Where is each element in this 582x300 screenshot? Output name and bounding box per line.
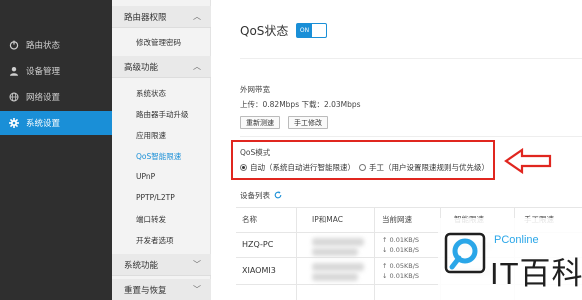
redacted-mac <box>312 273 358 281</box>
subnav-item-system-status[interactable]: 系统状态 <box>136 88 166 99</box>
arrow-left-icon <box>504 148 552 174</box>
subnav-item-manual-upgrade[interactable]: 路由器手动升级 <box>136 109 189 120</box>
refresh-icon[interactable] <box>274 191 282 201</box>
subnav-item-port-forwarding[interactable]: 端口转发 <box>136 214 166 225</box>
gear-icon <box>9 118 19 128</box>
sidebar-item-system-settings[interactable]: 系统设置 <box>0 111 112 135</box>
toggle-on-label: ON <box>297 24 312 37</box>
subnav-item-developer[interactable]: 开发者选项 <box>136 235 174 246</box>
table-border <box>236 207 582 208</box>
section-label: 路由器权限 <box>124 12 167 23</box>
subnav-item-app-speed-limit[interactable]: 应用限速 <box>136 130 166 141</box>
table-divider <box>296 207 297 300</box>
divider <box>240 136 582 137</box>
redacted-ip <box>312 238 364 246</box>
bandwidth-label: 外网带宽 <box>240 85 270 94</box>
retest-button[interactable]: 重新测速 <box>240 116 280 129</box>
col-header-ip: IP和MAC <box>312 215 343 224</box>
manual-edit-button[interactable]: 手工修改 <box>288 116 328 129</box>
sidebar-item-label: 网络设置 <box>26 93 61 103</box>
sidebar-item-network-settings[interactable]: 网络设置 <box>0 85 112 109</box>
section-label: 高级功能 <box>124 62 159 73</box>
globe-icon <box>9 92 19 102</box>
sidebar-item-device-management[interactable]: 设备管理 <box>0 59 112 83</box>
chevron-up-icon: ︿ <box>193 62 201 71</box>
chevron-down-icon: ﹀ <box>193 285 201 294</box>
speed-down: ↓ 0.01KB/S <box>382 246 420 254</box>
highlight-box <box>231 140 495 180</box>
page-title: QoS状态 <box>240 24 289 38</box>
power-icon <box>9 40 19 50</box>
user-icon <box>9 66 19 76</box>
redacted-mac <box>312 248 358 256</box>
table-divider <box>374 207 375 300</box>
watermark: PConline IT百科 <box>438 218 582 300</box>
sidebar-item-label: 设备管理 <box>26 67 61 77</box>
qos-toggle[interactable]: ON <box>296 23 327 38</box>
device-name: XIAOMI3 <box>242 266 276 275</box>
col-header-speed: 当前网速 <box>382 215 412 224</box>
section-label: 重置与恢复 <box>124 285 167 296</box>
main-sidebar: 路由状态 设备管理 网络设置 系统设置 <box>0 0 112 300</box>
subnav-item-pptp[interactable]: PPTP/L2TP <box>136 193 175 202</box>
redacted-ip <box>312 263 364 271</box>
watermark-text: IT百科 <box>490 256 582 291</box>
subnav-section-advanced[interactable]: 高级功能 ︿ <box>112 56 211 78</box>
subnav-item-qos[interactable]: QoS智能限速 <box>136 151 181 162</box>
sidebar-item-label: 系统设置 <box>26 119 61 129</box>
bandwidth-values: 上传：0.82Mbps 下载：2.03Mbps <box>240 100 361 109</box>
device-name: HZQ-PC <box>242 240 274 249</box>
subnav-section-system-functions[interactable]: 系统功能 ﹀ <box>112 254 211 276</box>
speed-down: ↓ 0.01KB/S <box>382 272 420 280</box>
subnav-section-router-permission[interactable]: 路由器权限 ︿ <box>112 6 211 28</box>
subnav-item-change-password[interactable]: 修改管理密码 <box>136 37 181 48</box>
settings-subnav: 路由器权限 ︿ 修改管理密码 高级功能 ︿ 系统状态 路由器手动升级 应用限速 … <box>112 0 211 300</box>
device-list-title: 设备列表 <box>240 191 270 200</box>
device-list-label: 设备列表 <box>240 190 282 201</box>
chevron-down-icon: ﹀ <box>193 260 201 269</box>
sidebar-item-label: 路由状态 <box>26 41 61 51</box>
subnav-section-reset[interactable]: 重置与恢复 ﹀ <box>112 279 211 300</box>
chevron-up-icon: ︿ <box>193 12 201 21</box>
subnav-item-upnp[interactable]: UPnP <box>136 172 155 181</box>
sidebar-item-router-status[interactable]: 路由状态 <box>0 33 112 57</box>
col-header-name: 名称 <box>242 215 257 224</box>
watermark-brand: PConline <box>494 234 539 246</box>
pconline-logo-icon <box>444 232 486 274</box>
divider <box>240 58 582 59</box>
section-label: 系统功能 <box>124 260 159 271</box>
